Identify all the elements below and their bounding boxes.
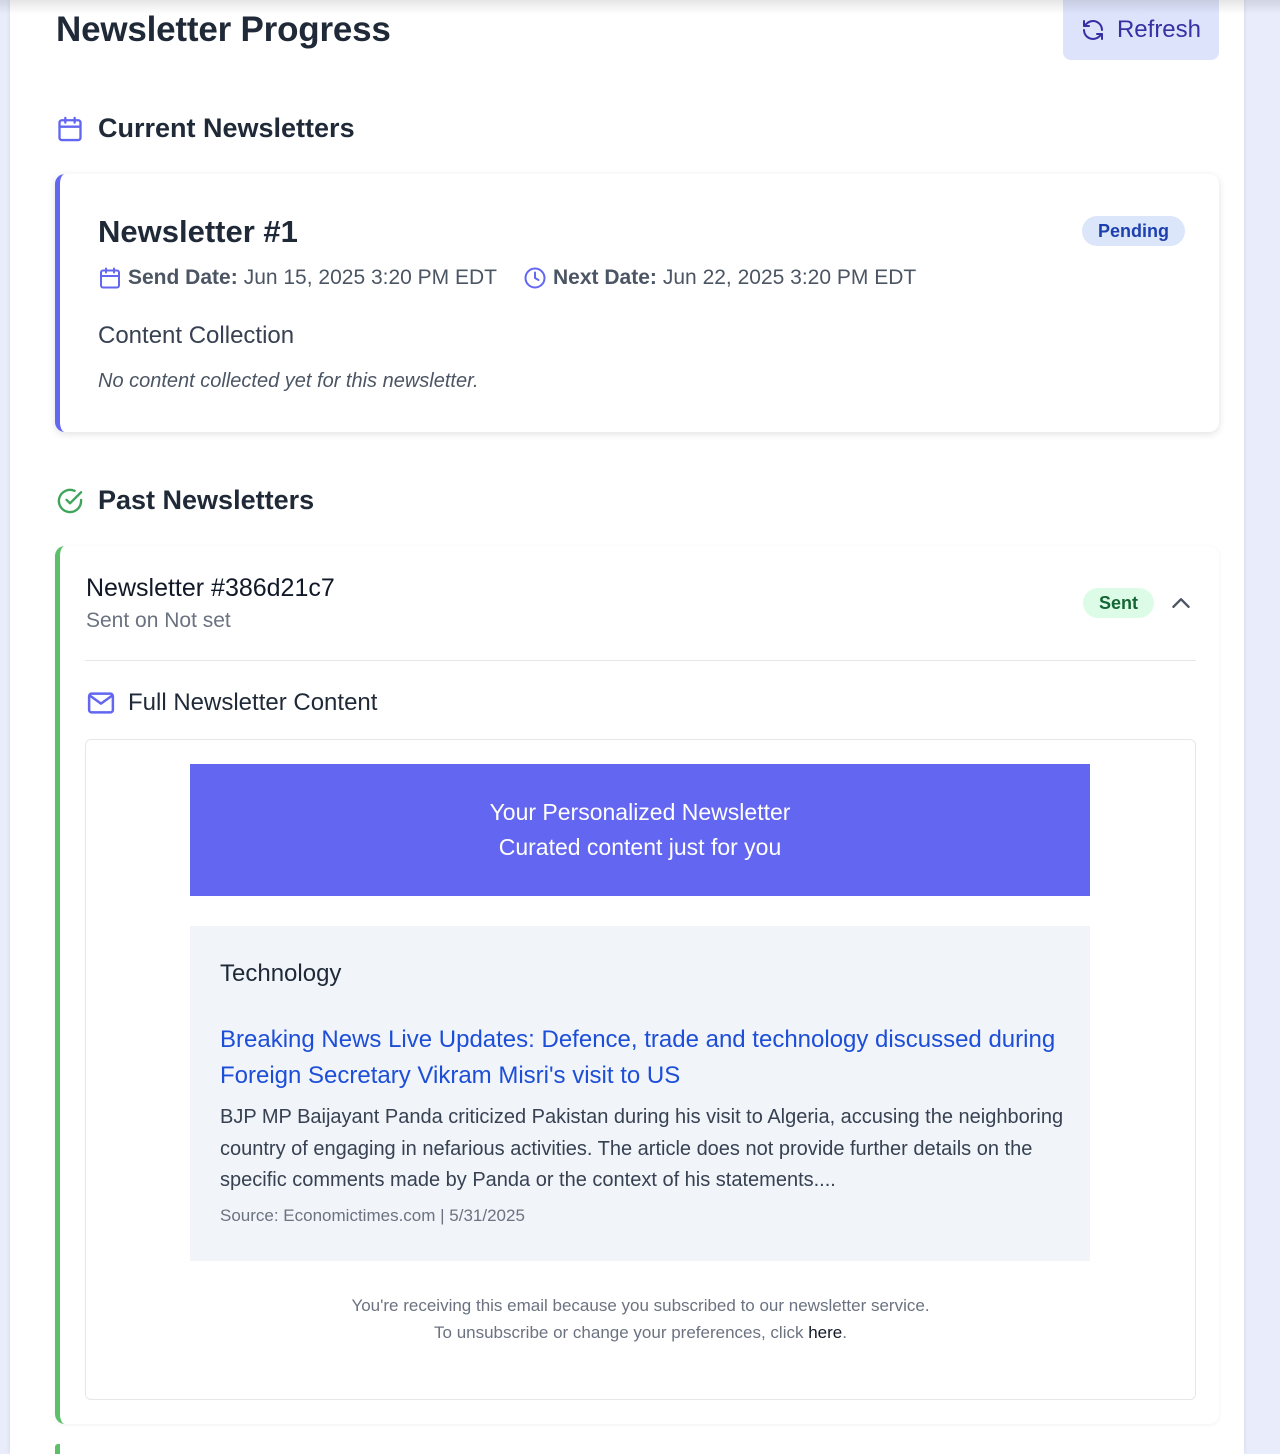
refresh-button[interactable]: Refresh [1063,0,1219,60]
refresh-icon [1082,20,1103,40]
send-date-label: Send Date: [128,266,238,289]
past-newsletters-heading: Past Newsletters [56,485,314,516]
next-date-label: Next Date: [553,266,657,289]
main-panel: Newsletter Progress Refresh Current News… [10,0,1244,1454]
clock-icon [524,267,546,289]
next-date-value: Jun 22, 2025 3:20 PM EDT [662,266,917,289]
page-title: Newsletter Progress [56,10,391,49]
newsletter-dates: Send Date: Jun 15, 2025 3:20 PM EDT Next… [98,266,916,290]
email-header: Your Personalized Newsletter Curated con… [190,764,1090,896]
unsubscribe-link[interactable]: here [808,1323,842,1342]
status-badge: Pending [1082,216,1185,246]
category-title: Technology [220,960,342,987]
chevron-up-icon[interactable] [1168,590,1194,616]
email-header-subtitle: Curated content just for you [498,834,782,860]
status-badge: Sent [1083,588,1155,618]
full-content-title: Full Newsletter Content [128,689,378,716]
footer-unsubscribe-line: To unsubscribe or change your preference… [86,1319,1195,1346]
sent-on-text: Sent on Not set [86,609,231,632]
divider [85,660,1196,661]
article-summary: BJP MP Baijayant Panda criticized Pakist… [220,1106,1064,1191]
next-date: Next Date: Jun 22, 2025 3:20 PM EDT [523,266,916,290]
footer-subscription-note: You're receiving this email because you … [351,1296,930,1315]
footer-period: . [842,1323,847,1342]
past-newsletters-title: Past Newsletters [98,485,315,515]
calendar-icon [100,267,120,289]
refresh-label: Refresh [1116,16,1202,43]
content-empty-message: No content collected yet for this newsle… [98,370,479,392]
footer-unsubscribe-text: To unsubscribe or change your preference… [434,1323,809,1342]
article-title-link[interactable]: Breaking News Live Updates: Defence, tra… [220,1022,1070,1094]
email-header-title: Your Personalized Newsletter [489,799,791,825]
article-source: Source: Economictimes.com | 5/31/2025 [220,1206,525,1225]
newsletter-title: Newsletter #1 [98,214,298,249]
check-circle-icon [57,488,83,513]
content-collection-heading: Content Collection [98,322,295,349]
current-newsletter-card: Newsletter #1 Pending Send Date: Jun 15,… [55,174,1219,432]
next-past-newsletter-card-edge [55,1444,60,1454]
current-newsletters-heading: Current Newsletters [56,113,355,144]
past-newsletter-card: Newsletter #386d21c7 Sent on Not set Sen… [55,546,1219,1424]
article-section: Technology Breaking News Live Updates: D… [190,926,1090,1261]
send-date-value: Jun 15, 2025 3:20 PM EDT [243,266,497,289]
newsletter-title: Newsletter #386d21c7 [86,574,335,602]
full-content-heading: Full Newsletter Content [86,688,377,718]
mail-icon [87,692,115,714]
calendar-icon [58,116,82,141]
email-preview: Your Personalized Newsletter Curated con… [85,739,1196,1400]
send-date: Send Date: Jun 15, 2025 3:20 PM EDT [98,266,497,290]
email-footer: You're receiving this email because you … [86,1292,1195,1346]
current-newsletters-title: Current Newsletters [98,113,355,143]
